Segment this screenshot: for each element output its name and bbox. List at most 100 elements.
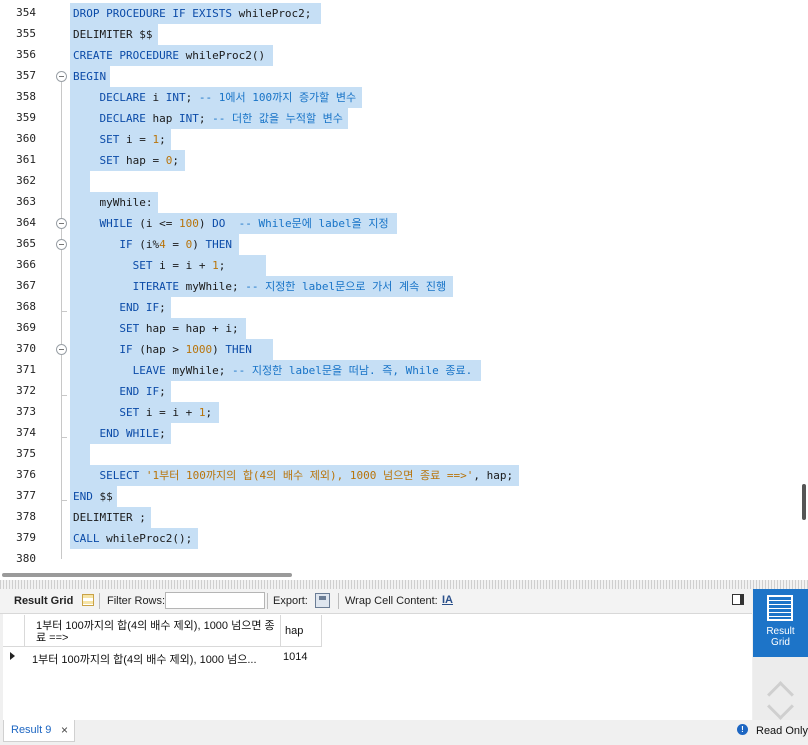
- panel-splitter[interactable]: [0, 580, 808, 589]
- code-token: ;: [218, 259, 259, 272]
- export-icon[interactable]: [315, 593, 330, 608]
- table-row[interactable]: 1부터 100까지의 합(4의 배수 제외), 1000 넘으... 1014: [3, 648, 322, 668]
- code-line[interactable]: 360 SET i = 1;: [0, 129, 800, 150]
- column-header-message[interactable]: 1부터 100까지의 합(4의 배수 제외), 1000 넘으면 종료 ==>: [25, 615, 281, 647]
- code-line[interactable]: 367 ITERATE myWhile; -- 지정한 label문으로 가서 …: [0, 276, 800, 297]
- code-line[interactable]: 380: [0, 549, 800, 570]
- filter-rows-input[interactable]: [165, 592, 265, 609]
- code-line[interactable]: 378 DELIMITER ;: [0, 507, 800, 528]
- code-line[interactable]: 362: [0, 171, 800, 192]
- code-token: ITERATE: [132, 280, 186, 293]
- wrap-cell-content-label: Wrap Cell Content:: [345, 595, 438, 607]
- code-token: (hap >: [139, 343, 186, 356]
- result-toolbar: Result Grid Filter Rows: Export: Wrap Ce…: [0, 589, 752, 614]
- table-cell[interactable]: 1부터 100까지의 합(4의 배수 제외), 1000 넘으...: [32, 651, 257, 667]
- code-text: IF (hap > 1000) THEN: [73, 342, 265, 357]
- code-token: whileProc2();: [106, 532, 193, 545]
- code-token: DELIMITER ;: [73, 511, 146, 524]
- code-token: -- 1에서 100까지 증가할 변수: [198, 91, 357, 104]
- code-line[interactable]: 365 IF (i%4 = 0) THEN: [0, 234, 800, 255]
- result-grid[interactable]: 1부터 100까지의 합(4의 배수 제외), 1000 넘으면 종료 ==> …: [3, 614, 752, 720]
- code-line[interactable]: 357 BEGIN: [0, 66, 800, 87]
- code-token: -- While문에 label을 지정: [238, 217, 389, 230]
- code-line[interactable]: 379 CALL whileProc2();: [0, 528, 800, 549]
- editor-horizontal-scrollbar[interactable]: [2, 573, 292, 577]
- code-line[interactable]: 374 END WHILE;: [0, 423, 800, 444]
- code-token: END: [73, 490, 100, 503]
- code-line[interactable]: 363 myWhile:: [0, 192, 800, 213]
- toolbar-divider: [99, 593, 100, 609]
- code-text: SET hap = hap + i;: [73, 321, 239, 336]
- status-bar: Result 9 × ! Read Only: [0, 720, 808, 745]
- code-line[interactable]: 370 IF (hap > 1000) THEN: [0, 339, 800, 360]
- fold-toggle-icon[interactable]: [56, 344, 67, 355]
- result-grid-button[interactable]: Result Grid: [753, 589, 808, 657]
- code-token: i = i +: [159, 259, 213, 272]
- code-token: i =: [126, 133, 153, 146]
- wrap-cell-content-icon[interactable]: IA: [442, 594, 453, 606]
- fold-toggle-icon[interactable]: [56, 218, 67, 229]
- code-token: ;: [159, 301, 166, 314]
- code-line[interactable]: 361 SET hap = 0;: [0, 150, 800, 171]
- code-line[interactable]: 376 SELECT '1부터 100까지의 합(4의 배수 제외), 1000…: [0, 465, 800, 486]
- result-grid-label[interactable]: Result Grid: [14, 595, 73, 607]
- code-line[interactable]: 368 END IF;: [0, 297, 800, 318]
- code-token: ;: [159, 133, 166, 146]
- code-token: hap = hap + i;: [145, 322, 239, 335]
- code-text: LEAVE myWhile; -- 지정한 label문을 떠남. 즉, Whi…: [73, 363, 473, 378]
- line-number: 373: [16, 405, 36, 418]
- code-line[interactable]: 372 END IF;: [0, 381, 800, 402]
- code-token: IF: [119, 343, 140, 356]
- table-cell[interactable]: 1014: [283, 651, 307, 663]
- code-token: (i%: [139, 238, 160, 251]
- editor-vertical-scrollbar[interactable]: [802, 484, 806, 520]
- sql-editor[interactable]: 354 DROP PROCEDURE IF EXISTS whileProc2; 3…: [0, 0, 808, 570]
- line-number: 379: [16, 531, 36, 544]
- code-line[interactable]: 358 DECLARE i INT; -- 1에서 100까지 증가할 변수: [0, 87, 800, 108]
- read-only-status: Read Only: [756, 725, 808, 737]
- line-number: 357: [16, 69, 36, 82]
- toggle-panel-icon[interactable]: [732, 594, 744, 605]
- code-token: DECLARE: [99, 112, 153, 125]
- code-token: '1부터 100까지의 합(4의 배수 제외), 1000 넘으면 종료 ==>…: [145, 469, 474, 482]
- close-icon[interactable]: ×: [61, 723, 68, 737]
- code-line[interactable]: 373 SET i = i + 1;: [0, 402, 800, 423]
- line-number: 358: [16, 90, 36, 103]
- grid-view-icon[interactable]: [82, 594, 94, 606]
- code-token: BEGIN: [73, 70, 107, 83]
- line-number: 366: [16, 258, 36, 271]
- fold-toggle-icon[interactable]: [56, 239, 67, 250]
- code-token: CALL: [73, 532, 107, 545]
- code-text: DELIMITER ;: [73, 510, 146, 525]
- code-text: BEGIN: [73, 69, 106, 84]
- result-grid-icon: [767, 595, 793, 621]
- code-line[interactable]: 371 LEAVE myWhile; -- 지정한 label문을 떠남. 즉,…: [0, 360, 800, 381]
- code-line[interactable]: 359 DECLARE hap INT; -- 더한 값을 누적할 변수: [0, 108, 800, 129]
- code-line[interactable]: 364 WHILE (i <= 100) DO -- While문에 label…: [0, 213, 800, 234]
- code-line[interactable]: 369 SET hap = hap + i;: [0, 318, 800, 339]
- fold-end-marker: [61, 500, 67, 501]
- column-header-hap[interactable]: hap: [281, 615, 322, 647]
- code-text: ITERATE myWhile; -- 지정한 label문으로 가서 계속 진…: [73, 279, 447, 294]
- line-number: 359: [16, 111, 36, 124]
- fold-toggle-icon[interactable]: [56, 71, 67, 82]
- row-header-corner: [3, 615, 25, 647]
- code-text: DECLARE i INT; -- 1에서 100까지 증가할 변수: [73, 90, 357, 105]
- toolbar-divider: [267, 593, 268, 609]
- fold-end-marker: [61, 311, 67, 312]
- code-token: 100: [179, 217, 199, 230]
- code-line[interactable]: 355 DELIMITER $$: [0, 24, 800, 45]
- code-line[interactable]: 356 CREATE PROCEDURE whileProc2(): [0, 45, 800, 66]
- code-token: -- 지정한 label문으로 가서 계속 진행: [245, 280, 447, 293]
- code-token: THEN: [225, 343, 252, 356]
- line-number: 372: [16, 384, 36, 397]
- code-token: $$: [99, 490, 113, 503]
- code-line[interactable]: 375: [0, 444, 800, 465]
- code-line[interactable]: 366 SET i = i + 1;: [0, 255, 800, 276]
- code-line[interactable]: 377 END $$: [0, 486, 800, 507]
- line-number: 375: [16, 447, 36, 460]
- line-number: 378: [16, 510, 36, 523]
- code-token: SET: [119, 322, 146, 335]
- code-line[interactable]: 354 DROP PROCEDURE IF EXISTS whileProc2;: [0, 3, 800, 24]
- tab-result-9[interactable]: Result 9 ×: [3, 720, 75, 742]
